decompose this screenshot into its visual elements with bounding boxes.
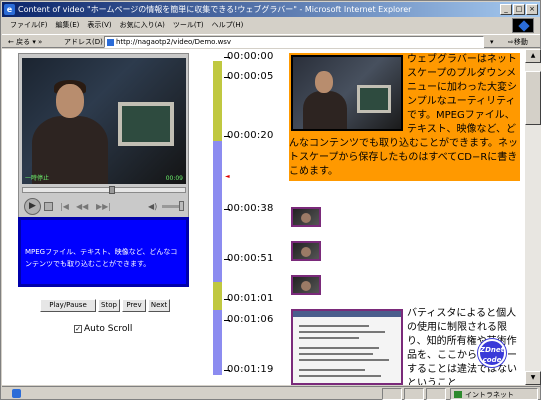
menu-favorites[interactable]: お気に入り(A) [120,18,165,33]
monitor-image [118,102,174,146]
zdnet-logo: ZDnet code [478,339,506,367]
title-bar: e Content of video "ホームページの情報を簡単に収集できる!ウ… [2,2,540,17]
menu-view[interactable]: 表示(V) [87,18,111,33]
page-icon [107,39,114,46]
timeline-segment[interactable] [213,282,222,310]
timeline-segment[interactable] [213,141,222,375]
auto-scroll-label: Auto Scroll [84,324,133,334]
scene-thumbnail[interactable] [291,275,321,295]
go-label: 移動 [513,38,528,46]
player-time: 00:09 [165,175,183,182]
back-button[interactable]: ← 戻る ▾ » [8,35,42,49]
vertical-scrollbar[interactable]: ▲ ▼ [525,49,541,385]
scroll-down-icon[interactable]: ▼ [525,371,541,385]
address-input[interactable]: http://nagaotp2/video/Demo.wsv [104,36,484,48]
scroll-up-icon[interactable]: ▲ [525,49,541,63]
auto-scroll-checkbox[interactable]: ✓ [74,324,82,333]
security-zone: イントラネット [450,388,538,400]
seek-handle[interactable] [109,186,115,194]
presenter-head [56,84,84,118]
status-bar: イントラネット [2,386,540,400]
timeline-label[interactable]: 00:00:51 [227,253,274,264]
maximize-button[interactable]: □ [513,4,525,15]
address-dropdown-icon[interactable]: ▾ [490,35,494,49]
menu-bar: ファイル(F) 編集(E) 表示(V) お気に入り(A) ツール(T) ヘルプ(… [2,18,540,33]
skip-back-icon[interactable]: |◀ [60,202,69,211]
address-value: http://nagaotp2/video/Demo.wsv [116,38,232,46]
current-position-marker: ◄ [225,173,230,180]
timeline-label[interactable]: 00:00:20 [227,130,274,141]
minimize-button[interactable]: _ [500,4,512,15]
play-icon[interactable]: ▶ [24,198,41,215]
stop-button[interactable]: Stop [98,299,120,312]
menu-edit[interactable]: 編集(E) [56,18,80,33]
fast-forward-icon[interactable]: ▶▶| [96,202,111,211]
scroll-thumb[interactable] [525,71,541,125]
story-block: ウェブグラバーはネットスケープのプルダウンメニューに加わった大変シンプルなユーテ… [289,53,520,181]
play-pause-button[interactable]: Play/Pause [40,299,96,312]
scene-thumbnail[interactable] [291,207,321,227]
timeline-label[interactable]: 00:00:00 [227,51,274,62]
menu-tools[interactable]: ツール(T) [173,18,204,33]
media-player: 一時停止 00:09 ▶ |◀ ◀◀ ▶▶| ◀) [18,53,189,233]
ie-icon: e [4,4,15,15]
story-thumbnail[interactable] [291,55,403,131]
windows-logo-icon [512,18,534,33]
timeline-label[interactable]: 00:00:38 [227,203,274,214]
seek-bar[interactable] [22,186,186,194]
address-toolbar: ← 戻る ▾ » アドレス(D) http://nagaotp2/video/D… [2,34,540,48]
close-button[interactable]: × [526,4,538,15]
next-button[interactable]: Next [148,299,170,312]
window-title: Content of video "ホームページの情報を簡単に収集できる!ウェブ… [18,5,412,14]
timeline-label[interactable]: 00:01:06 [227,314,274,325]
stop-icon[interactable] [44,202,53,211]
timeline-label[interactable]: 00:01:01 [227,293,274,304]
menu-help[interactable]: ヘルプ(H) [212,18,244,33]
go-button[interactable]: ⇨移動 [508,35,528,49]
window-controls: _ □ × [500,4,538,15]
timeline-label[interactable]: 00:01:19 [227,364,274,375]
address-label: アドレス(D) [64,38,103,46]
auto-scroll-toggle[interactable]: ✓ Auto Scroll [74,324,132,334]
caption-box: MPEGファイル、テキスト、映像など、どんなコンテンツでも取り込むことができます… [18,217,189,287]
menu-file[interactable]: ファイル(F) [10,18,48,33]
prev-button[interactable]: Prev [122,299,146,312]
player-controls: ▶ |◀ ◀◀ ▶▶| ◀) [22,197,186,217]
page-content: 一時停止 00:09 ▶ |◀ ◀◀ ▶▶| ◀) MPEGファイル、テキスト、… [2,49,525,385]
player-status: 一時停止 [25,175,50,182]
timeline-segment[interactable] [213,61,222,141]
video-display[interactable]: 一時停止 00:09 [22,58,186,184]
speaker-icon[interactable]: ◀) [148,202,157,211]
volume-slider[interactable] [162,201,184,211]
rewind-icon[interactable]: ◀◀ [76,202,88,211]
timeline-label[interactable]: 00:00:05 [227,71,274,82]
webpage-screenshot[interactable] [291,309,403,385]
scene-thumbnail[interactable] [291,241,321,261]
browser-window: e Content of video "ホームページの情報を簡単に収集できる!ウ… [0,0,541,400]
page-status-icon [12,389,21,398]
